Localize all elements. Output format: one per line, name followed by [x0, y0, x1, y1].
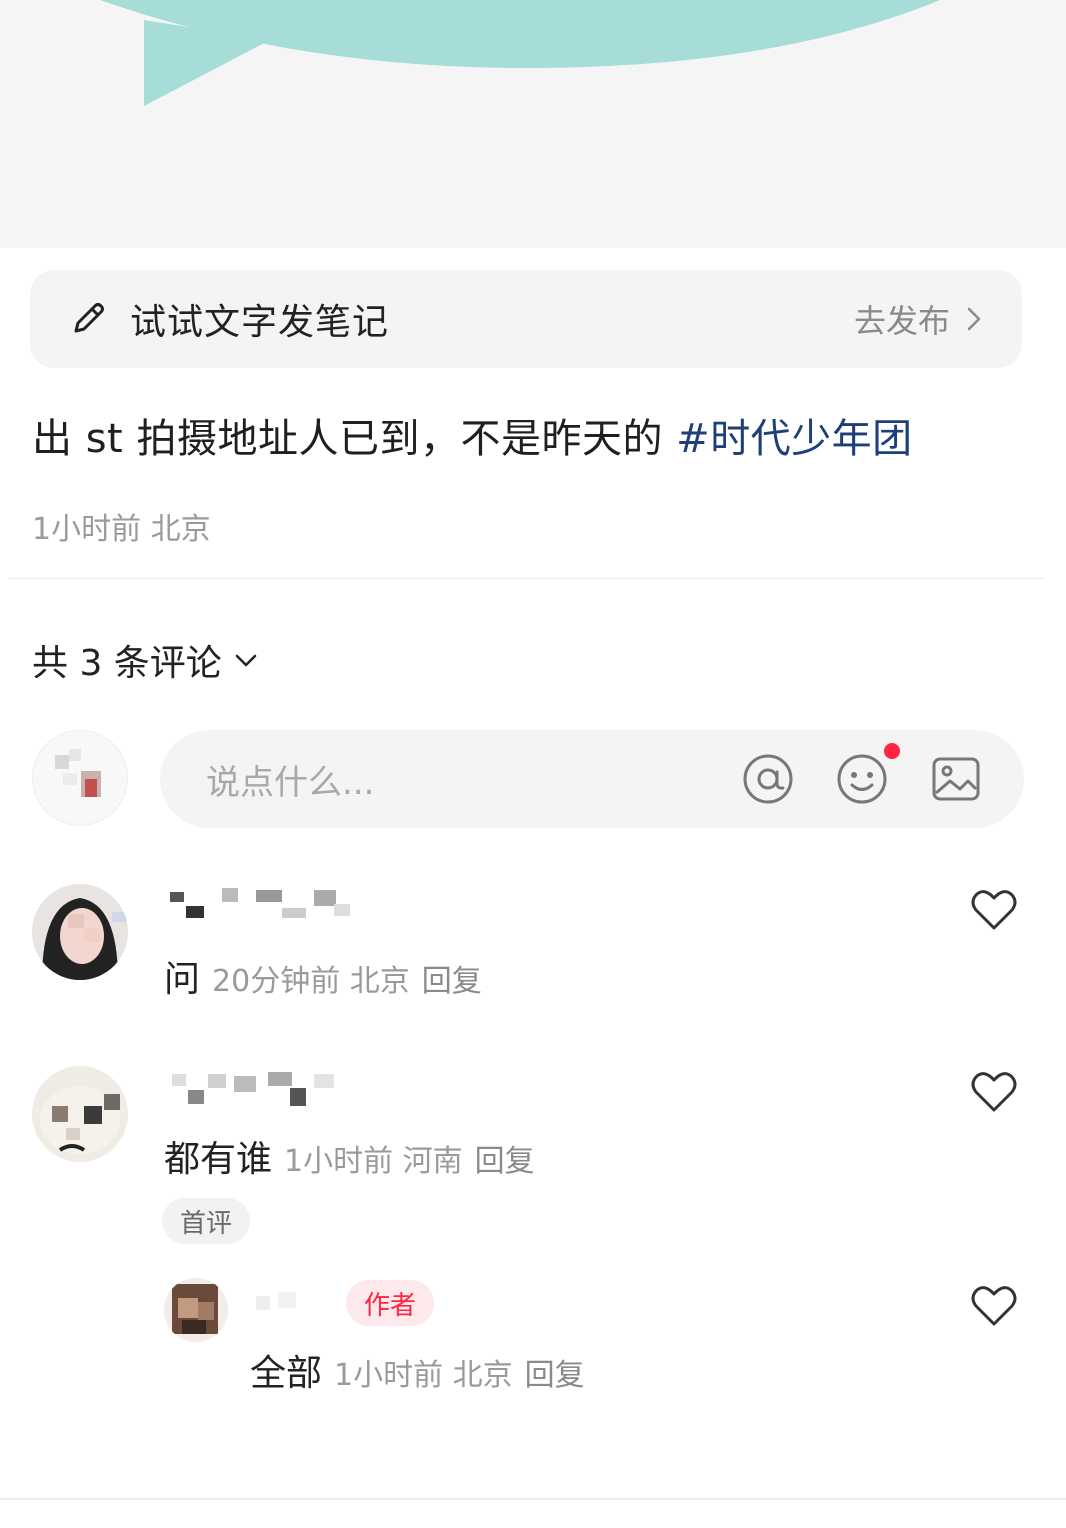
post-image[interactable] [0, 0, 1066, 248]
reply-button[interactable]: 回复 [525, 1350, 585, 1394]
author-name-blurred [256, 1292, 296, 1310]
divider [8, 578, 1044, 579]
comment-meta: 1小时前 河南 [284, 1144, 463, 1179]
chevron-right-icon [967, 307, 981, 331]
comment-text: 都有谁 [164, 1139, 273, 1180]
comment-meta: 20分钟前 北京 [212, 964, 410, 999]
heart-icon[interactable] [970, 1070, 1018, 1114]
post-text: 出 st 拍摄地址人已到，不是昨天的 [32, 416, 677, 462]
commenter-name-blurred [172, 1072, 334, 1106]
comment-body: 都有谁 1小时前 河南 回复 [164, 1130, 535, 1182]
hashtag-link[interactable]: #时代少年团 [676, 416, 913, 462]
my-avatar [32, 730, 128, 826]
publish-label: 去发布 [853, 302, 950, 340]
comments-count-toggle[interactable]: 共 3 条评论 [32, 634, 258, 686]
emoji-icon[interactable] [836, 743, 900, 805]
commenter-avatar[interactable] [32, 1066, 128, 1162]
post-meta: 1小时前 北京 [32, 512, 211, 547]
notification-dot [884, 743, 900, 759]
post-content: 出 st 拍摄地址人已到，不是昨天的 #时代少年团 [32, 406, 913, 464]
note-prompt-title: 试试文字发笔记 [130, 302, 390, 343]
first-comment-badge: 首评 [162, 1198, 250, 1244]
image-icon[interactable] [930, 753, 982, 805]
comment-body: 问 20分钟前 北京 回复 [164, 950, 482, 1002]
bottom-divider [0, 1498, 1066, 1500]
reply-body: 全部 1小时前 北京 回复 [250, 1344, 585, 1396]
publish-link[interactable]: 去发布 [854, 296, 984, 342]
reply-button[interactable]: 回复 [475, 1136, 535, 1180]
comment-text: 问 [164, 959, 201, 1000]
mention-icon[interactable] [742, 753, 794, 805]
reply-text: 全部 [250, 1353, 323, 1394]
pencil-icon [74, 303, 104, 333]
speech-bubble-graphic [100, 0, 940, 106]
commenter-avatar[interactable] [32, 884, 128, 980]
comments-count-label: 共 3 条评论 [32, 643, 222, 684]
text-note-prompt[interactable]: 试试文字发笔记 去发布 [30, 270, 1022, 368]
author-badge: 作者 [346, 1280, 434, 1326]
author-avatar[interactable] [164, 1278, 228, 1342]
reply-button[interactable]: 回复 [422, 956, 482, 1000]
reply-meta: 1小时前 北京 [334, 1358, 513, 1393]
heart-icon[interactable] [970, 888, 1018, 932]
chevron-down-icon [235, 654, 257, 667]
heart-icon[interactable] [970, 1284, 1018, 1328]
comment-input[interactable]: 说点什么... [160, 730, 1024, 828]
comment-placeholder: 说点什么... [206, 762, 375, 803]
commenter-name-blurred [170, 888, 350, 918]
